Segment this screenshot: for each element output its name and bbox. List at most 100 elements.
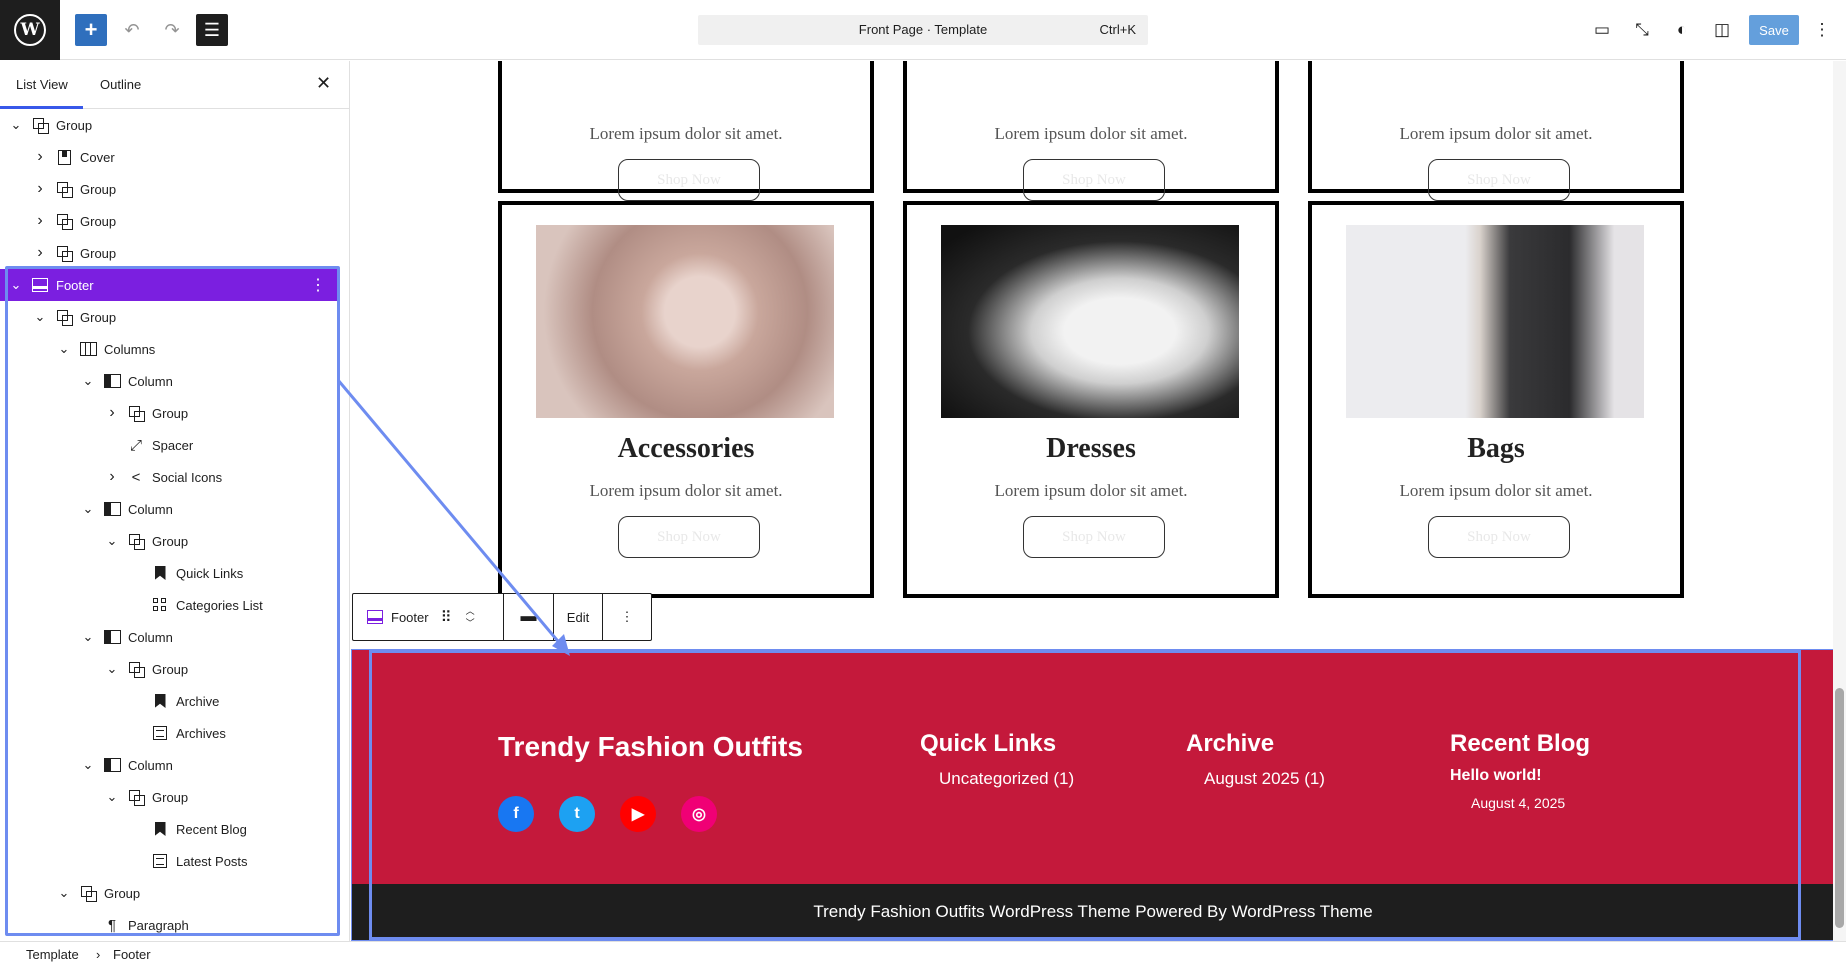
breadcrumb-item-footer[interactable]: Footer	[113, 947, 151, 962]
fullscreen-button[interactable]: ⤡	[1626, 14, 1658, 46]
list-item-group[interactable]: ⌄ Group	[0, 781, 340, 813]
settings-button[interactable]: ◫	[1706, 14, 1738, 46]
chevron-down-icon[interactable]: ⌄	[78, 373, 98, 389]
chevron-right-icon[interactable]: ›	[102, 468, 122, 486]
shop-now-button[interactable]: Shop Now	[1428, 159, 1570, 201]
save-button[interactable]: Save	[1749, 15, 1799, 45]
block-switcher[interactable]: Footer ⠿ ︿ ﹀	[353, 594, 504, 640]
chevron-down-icon[interactable]: ⌄	[78, 757, 98, 773]
list-item-categories-list[interactable]: Categories List	[0, 589, 340, 621]
list-item-column[interactable]: ⌄ Column	[0, 365, 340, 397]
block-inserter-button[interactable]: +	[75, 14, 107, 46]
list-item-latest-posts[interactable]: Latest Posts	[0, 845, 340, 877]
document-overview-button[interactable]: ☰	[196, 14, 228, 46]
align-button[interactable]: ▬	[504, 594, 554, 640]
recent-post-link[interactable]: Hello world!	[1450, 767, 1542, 785]
accessories-image[interactable]	[536, 225, 834, 418]
view-button[interactable]: ▭	[1586, 14, 1618, 46]
product-card[interactable]: Lorem ipsum dolor sit amet. Shop Now	[903, 61, 1279, 201]
list-item-column[interactable]: ⌄ Column	[0, 621, 340, 653]
chevron-right-icon[interactable]: ›	[102, 404, 122, 422]
list-item-columns[interactable]: ⌄ Columns	[0, 333, 340, 365]
list-item-spacer[interactable]: ⤢ Spacer	[0, 429, 340, 461]
chevron-down-icon[interactable]: ⌄	[78, 501, 98, 517]
archive-link[interactable]: August 2025 (1)	[1204, 769, 1325, 789]
chevron-up-icon[interactable]: ︿	[466, 605, 475, 617]
product-card-accessories[interactable]: Accessories Lorem ipsum dolor sit amet. …	[498, 201, 874, 598]
block-options-button[interactable]: ⋮	[603, 594, 651, 640]
styles-button[interactable]: ◐	[1666, 14, 1698, 46]
chevron-right-icon[interactable]: ›	[30, 244, 50, 262]
list-item-group[interactable]: ⌄ Group	[0, 109, 340, 141]
block-icon	[150, 819, 170, 839]
footer-main[interactable]: Trendy Fashion Outfits f t ▶ ◎ Quick Lin…	[351, 650, 1835, 884]
tab-outline[interactable]: Outline	[100, 77, 141, 92]
shop-now-button[interactable]: Shop Now	[1023, 516, 1165, 558]
options-button[interactable]: ⋮	[1806, 14, 1838, 46]
more-vertical-icon[interactable]: ⋮	[310, 275, 326, 295]
shop-now-button[interactable]: Shop Now	[1428, 516, 1570, 558]
list-item-group[interactable]: › Group	[0, 173, 340, 205]
twitter-icon[interactable]: t	[559, 796, 595, 832]
product-card[interactable]: Lorem ipsum dolor sit amet. Shop Now	[1308, 61, 1684, 201]
chevron-right-icon[interactable]: ›	[30, 212, 50, 230]
facebook-icon[interactable]: f	[498, 796, 534, 832]
product-card-bags[interactable]: Bags Lorem ipsum dolor sit amet. Shop No…	[1308, 201, 1684, 598]
footer-copyright[interactable]: Trendy Fashion Outfits WordPress Theme P…	[351, 884, 1835, 940]
category-link[interactable]: Uncategorized (1)	[939, 769, 1074, 789]
list-item-group[interactable]: ⌄ Group	[0, 877, 340, 909]
chevron-right-icon[interactable]: ›	[30, 148, 50, 166]
chevron-down-icon[interactable]: ﹀	[466, 617, 475, 629]
chevron-down-icon[interactable]: ⌄	[102, 661, 122, 677]
list-item-paragraph[interactable]: ¶ Paragraph	[0, 909, 340, 941]
youtube-icon[interactable]: ▶	[620, 796, 656, 832]
list-item-column[interactable]: ⌄ Column	[0, 493, 340, 525]
list-item-group[interactable]: ⌄ Group	[0, 525, 340, 557]
wordpress-logo-button[interactable]: W	[0, 0, 60, 60]
chevron-right-icon[interactable]: ›	[30, 180, 50, 198]
list-item-group[interactable]: › Group	[0, 205, 340, 237]
list-item-archive[interactable]: Archive	[0, 685, 340, 717]
list-item-cover[interactable]: › Cover	[0, 141, 340, 173]
chevron-down-icon[interactable]: ⌄	[54, 341, 74, 357]
chevron-down-icon[interactable]: ⌄	[78, 629, 98, 645]
undo-button[interactable]: ↶	[116, 14, 148, 46]
footer-block[interactable]: Trendy Fashion Outfits f t ▶ ◎ Quick Lin…	[351, 650, 1835, 940]
list-item-footer[interactable]: ⌄ Footer ⋮	[0, 269, 340, 301]
bags-image[interactable]	[1346, 225, 1644, 418]
list-item-group[interactable]: › Group	[0, 397, 340, 429]
tab-list-view[interactable]: List View	[16, 77, 68, 92]
chevron-down-icon[interactable]: ⌄	[102, 533, 122, 549]
list-item-quick-links[interactable]: Quick Links	[0, 557, 340, 589]
chevron-down-icon[interactable]: ⌄	[6, 277, 26, 293]
list-item-column[interactable]: ⌄ Column	[0, 749, 340, 781]
columns-icon	[79, 342, 97, 356]
list-item-recent-blog[interactable]: Recent Blog	[0, 813, 340, 845]
instagram-icon[interactable]: ◎	[681, 796, 717, 832]
list-item-group[interactable]: › Group	[0, 237, 340, 269]
edit-button[interactable]: Edit	[554, 594, 603, 640]
product-card[interactable]: Lorem ipsum dolor sit amet. Shop Now	[498, 61, 874, 201]
inline-inserter-button[interactable]: +	[1810, 920, 1828, 938]
product-card-dresses[interactable]: Dresses Lorem ipsum dolor sit amet. Shop…	[903, 201, 1279, 598]
shop-now-button[interactable]: Shop Now	[618, 159, 760, 201]
list-item-group[interactable]: ⌄ Group	[0, 301, 340, 333]
close-sidebar-button[interactable]: ✕	[316, 73, 331, 94]
list-item-group[interactable]: ⌄ Group	[0, 653, 340, 685]
move-arrows[interactable]: ︿ ﹀	[466, 605, 475, 629]
dresses-image[interactable]	[941, 225, 1239, 418]
chevron-down-icon[interactable]: ⌄	[54, 885, 74, 901]
shop-now-button[interactable]: Shop Now	[1023, 159, 1165, 201]
drag-handle-icon[interactable]: ⠿	[441, 608, 452, 626]
chevron-down-icon[interactable]: ⌄	[30, 309, 50, 325]
redo-button[interactable]: ↷	[156, 14, 188, 46]
list-item-label: Group	[152, 405, 189, 421]
list-item-archives[interactable]: Archives	[0, 717, 340, 749]
canvas-scrollbar-thumb[interactable]	[1835, 688, 1844, 928]
breadcrumb-item-template[interactable]: Template	[26, 947, 79, 962]
shop-now-button[interactable]: Shop Now	[618, 516, 760, 558]
chevron-down-icon[interactable]: ⌄	[102, 789, 122, 805]
chevron-down-icon[interactable]: ⌄	[6, 117, 26, 133]
command-palette-button[interactable]: Front Page · Template Ctrl+K	[698, 15, 1148, 45]
list-item-social-icons[interactable]: › < Social Icons	[0, 461, 340, 493]
